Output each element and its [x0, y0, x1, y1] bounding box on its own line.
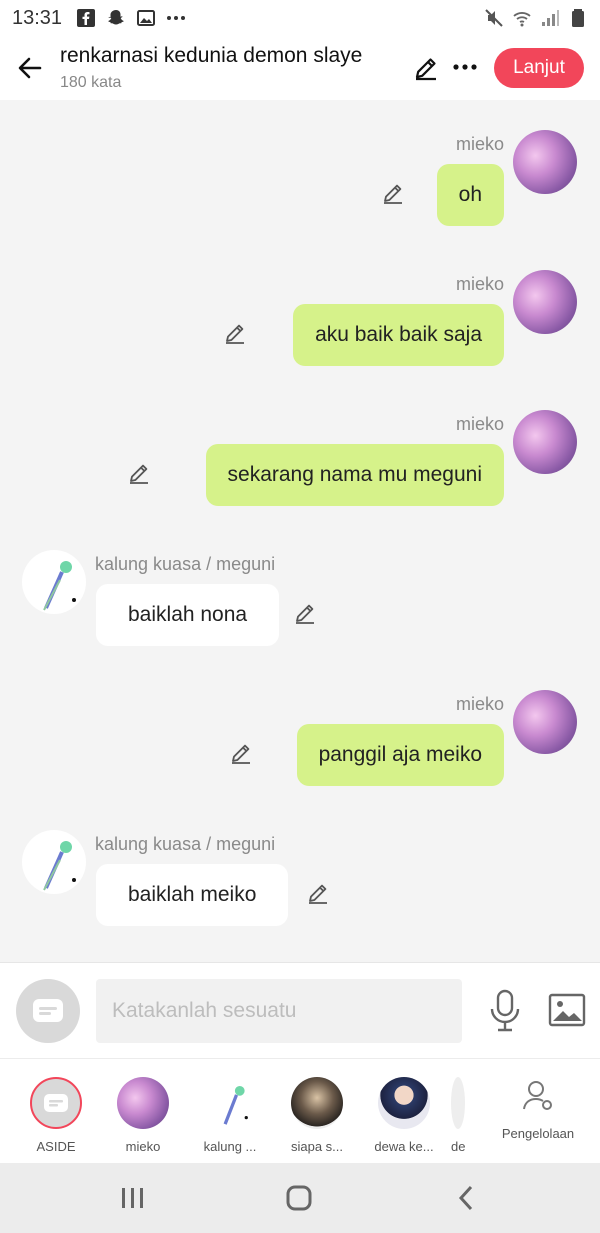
avatar: [204, 1077, 256, 1129]
character-bar: ASIDE mieko kalung ... siapa s... dewa k…: [0, 1058, 600, 1163]
signal-icon: [542, 10, 559, 26]
avatar[interactable]: [513, 690, 577, 754]
message-bubble[interactable]: sekarang nama mu meguni: [205, 444, 504, 506]
character-label: ASIDE: [36, 1139, 76, 1154]
message-row: mieko aku baik baik saja: [0, 268, 600, 398]
pencil-icon[interactable]: [412, 54, 440, 82]
character-dewa[interactable]: dewa ke...: [364, 1077, 444, 1154]
sender-name: kalung kuasa / meguni: [95, 554, 276, 574]
character-aside[interactable]: ASIDE: [16, 1077, 96, 1154]
message-row: kalung kuasa / meguni baiklah meiko: [0, 828, 600, 958]
management-button[interactable]: Pengelolaan: [496, 1079, 580, 1141]
header: renkarnasi kedunia demon slaye 180 kata …: [0, 36, 600, 100]
gallery-icon: [137, 10, 156, 26]
edit-message-icon[interactable]: [293, 602, 317, 626]
status-time: 13:31: [12, 6, 63, 29]
facebook-icon: [77, 9, 96, 27]
edit-message-icon[interactable]: [306, 882, 330, 906]
more-menu-icon[interactable]: [450, 52, 480, 82]
avatar[interactable]: [22, 550, 86, 614]
message-row: mieko sekarang nama mu meguni: [0, 408, 600, 538]
character-label: de: [451, 1139, 466, 1154]
avatar: [30, 1077, 82, 1129]
avatar[interactable]: [22, 830, 86, 894]
avatar: [378, 1077, 430, 1129]
back-nav-icon[interactable]: [449, 1183, 485, 1213]
next-button[interactable]: Lanjut: [494, 48, 584, 88]
sender-name: mieko: [455, 414, 504, 434]
management-label: Pengelolaan: [501, 1126, 575, 1141]
chat-note-icon: [33, 999, 63, 1022]
back-button[interactable]: [0, 36, 60, 100]
edit-message-icon[interactable]: [381, 182, 405, 206]
character-label: dewa ke...: [374, 1139, 434, 1154]
recent-apps-icon[interactable]: [114, 1183, 150, 1213]
system-nav-bar: [0, 1163, 600, 1233]
character-label: siapa s...: [290, 1139, 344, 1154]
mute-icon: [485, 9, 503, 27]
avatar[interactable]: [513, 130, 577, 194]
necklace-icon: [223, 1085, 248, 1125]
aside-button[interactable]: [16, 979, 80, 1043]
avatar: [117, 1077, 169, 1129]
avatar: [291, 1077, 343, 1129]
edit-message-icon[interactable]: [229, 742, 253, 766]
edit-message-icon[interactable]: [223, 322, 247, 346]
battery-icon: [572, 9, 584, 27]
message-bubble[interactable]: oh: [436, 164, 504, 226]
wifi-icon: [513, 12, 531, 27]
chat-area[interactable]: mieko oh mieko aku baik baik saja mieko …: [0, 100, 600, 962]
necklace-icon: [43, 841, 76, 891]
message-bubble[interactable]: panggil aja meiko: [296, 724, 504, 786]
character-label: mieko: [125, 1139, 161, 1154]
status-bar: 13:31: [0, 0, 600, 36]
page-title: renkarnasi kedunia demon slaye: [60, 44, 363, 67]
microphone-icon[interactable]: [488, 989, 522, 1033]
more-dots-icon: [167, 16, 186, 20]
avatar: [451, 1077, 465, 1129]
edit-message-icon[interactable]: [127, 462, 151, 486]
character-label: kalung ...: [203, 1139, 257, 1154]
message-bubble[interactable]: aku baik baik saja: [293, 304, 504, 366]
sender-name: kalung kuasa / meguni: [95, 834, 276, 854]
chat-note-icon: [44, 1094, 68, 1112]
arrow-left-icon: [18, 57, 42, 79]
message-bubble[interactable]: baiklah meiko: [96, 864, 289, 926]
snapchat-icon: [108, 10, 124, 25]
message-row: mieko oh: [0, 128, 600, 258]
message-input[interactable]: [96, 979, 462, 1043]
necklace-icon: [43, 561, 76, 611]
user-settings-icon: [523, 1081, 552, 1110]
message-bubble[interactable]: baiklah nona: [96, 584, 280, 646]
avatar[interactable]: [513, 410, 577, 474]
avatar[interactable]: [513, 270, 577, 334]
character-kalung[interactable]: kalung ...: [190, 1077, 270, 1154]
message-row: kalung kuasa / meguni baiklah nona: [0, 548, 600, 678]
character-mieko[interactable]: mieko: [103, 1077, 183, 1154]
sender-name: mieko: [455, 134, 504, 154]
home-icon[interactable]: [281, 1183, 317, 1213]
message-row: mieko panggil aja meiko: [0, 688, 600, 818]
sender-name: mieko: [455, 274, 504, 294]
character-siapa[interactable]: siapa s...: [277, 1077, 357, 1154]
image-icon[interactable]: [548, 993, 586, 1027]
word-count: 180 kata: [60, 74, 122, 91]
sender-name: mieko: [455, 694, 504, 714]
composer: [0, 962, 600, 1058]
character-partial[interactable]: de: [451, 1077, 475, 1154]
